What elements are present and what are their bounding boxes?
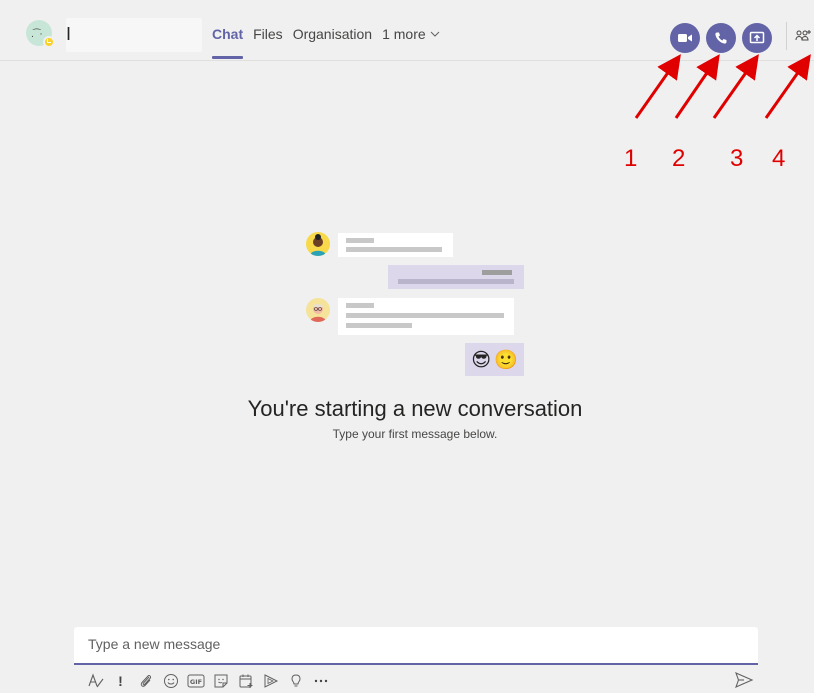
illustration-line — [398, 279, 514, 284]
emoji-button[interactable] — [159, 670, 182, 692]
illustration-bubble — [338, 298, 514, 335]
praise-icon — [290, 674, 301, 687]
person-avatar-icon — [306, 298, 330, 322]
illustration-line — [346, 323, 412, 328]
important-icon: ! — [118, 673, 123, 689]
gif-icon: GIF — [187, 674, 204, 688]
sticker-button[interactable] — [209, 670, 232, 692]
smile-emoji-icon: 🙂 — [494, 349, 518, 371]
schedule-meeting-button[interactable] — [234, 670, 257, 692]
emoji-icon — [163, 674, 178, 688]
message-input[interactable] — [88, 636, 738, 652]
annotation-number-3: 3 — [730, 145, 744, 172]
stream-button[interactable] — [259, 670, 282, 692]
annotation-arrow-3 — [712, 54, 759, 119]
illustration-bubble-self — [388, 265, 524, 289]
annotation-number-1: 1 — [624, 145, 638, 172]
illustration-emoji-bubble: 😎 🙂 — [465, 343, 524, 376]
illustration-line — [346, 247, 442, 252]
gif-button[interactable]: GIF — [184, 670, 207, 692]
svg-text:GIF: GIF — [189, 678, 201, 686]
more-options-button[interactable] — [309, 670, 332, 692]
attach-icon — [140, 675, 151, 687]
send-icon — [735, 671, 754, 689]
annotation-arrow-4 — [764, 54, 811, 119]
empty-state-title: You're starting a new conversation — [247, 396, 583, 421]
compose-toolbar: ! GIF — [84, 670, 334, 692]
message-compose-box[interactable] — [74, 627, 758, 665]
annotation-arrow-1 — [634, 54, 681, 119]
illustration-line — [346, 313, 504, 318]
stream-icon — [264, 674, 278, 688]
format-icon — [87, 673, 103, 688]
person-avatar-icon — [306, 232, 330, 256]
sunglasses-emoji-icon: 😎 — [471, 348, 492, 371]
praise-button[interactable] — [284, 670, 307, 692]
illustration-line — [346, 303, 374, 308]
attach-button[interactable] — [134, 670, 157, 692]
annotation-arrows — [634, 54, 811, 119]
illustration-bubble — [338, 233, 453, 257]
sticker-icon — [214, 674, 227, 688]
schedule-meeting-icon — [239, 674, 252, 688]
illustration-line — [482, 270, 512, 275]
more-options-icon — [314, 679, 327, 683]
empty-state-subtitle: Type your first message below. — [332, 427, 498, 441]
format-button[interactable] — [84, 670, 107, 692]
annotation-arrow-2 — [674, 54, 720, 119]
important-button[interactable]: ! — [109, 670, 132, 692]
send-button[interactable] — [734, 671, 756, 691]
annotation-number-2: 2 — [672, 145, 686, 172]
annotation-number-4: 4 — [772, 145, 786, 172]
illustration-line — [346, 238, 374, 243]
